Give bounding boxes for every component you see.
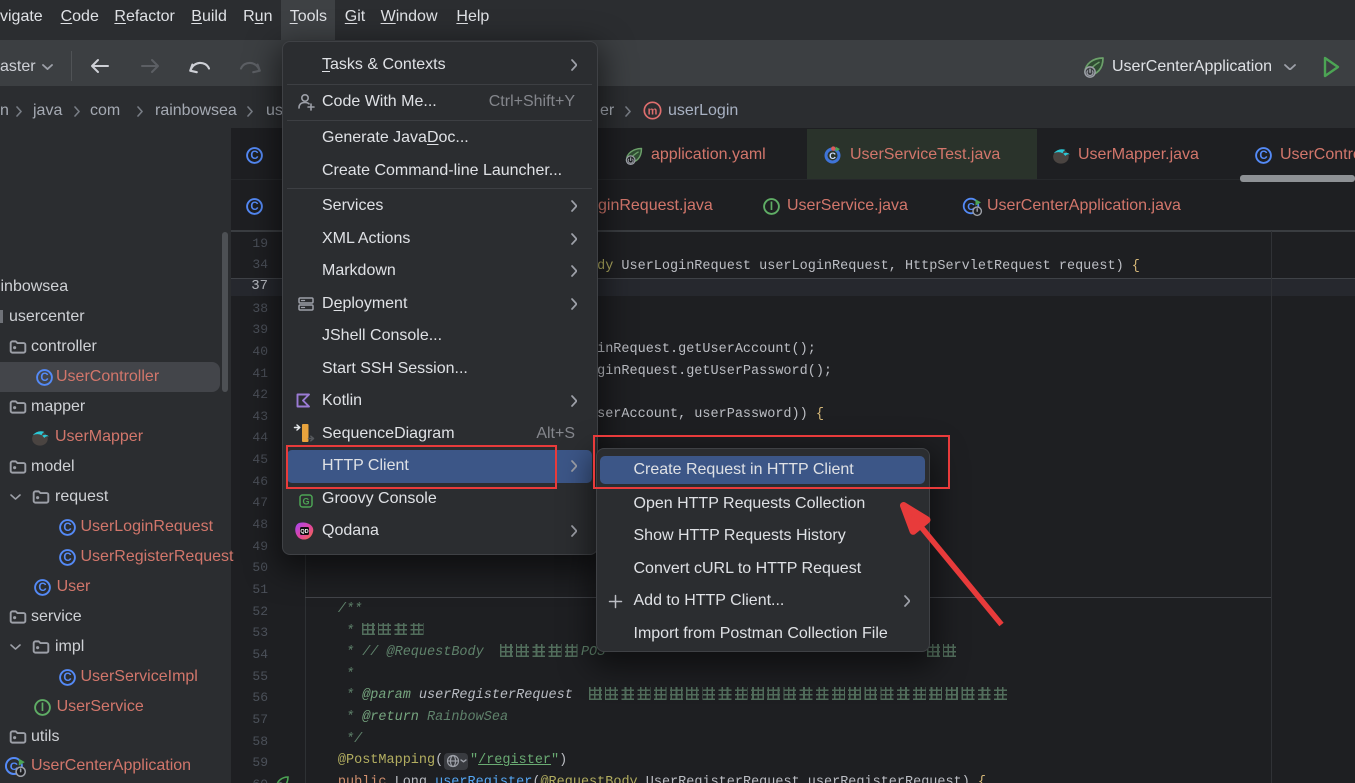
svg-text:G: G [302, 497, 309, 507]
svg-text:C: C [1259, 150, 1267, 162]
svg-text:m: m [648, 105, 658, 117]
svg-text:C: C [38, 582, 46, 594]
svg-text:C: C [250, 150, 258, 162]
svg-text:C: C [40, 372, 48, 384]
svg-text:I: I [41, 702, 44, 714]
svg-text:I: I [770, 201, 773, 213]
svg-text:C: C [250, 201, 258, 213]
svg-text:QD: QD [300, 529, 308, 535]
svg-text:C: C [63, 552, 71, 564]
svg-text:C: C [829, 151, 836, 162]
svg-text:C: C [63, 522, 71, 534]
svg-text:C: C [63, 672, 71, 684]
